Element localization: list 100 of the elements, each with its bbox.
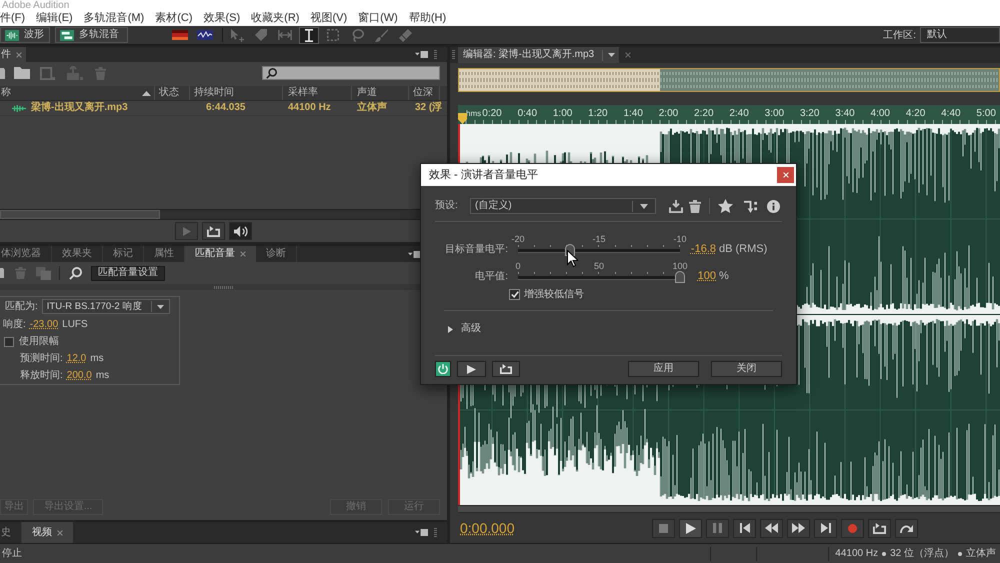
value-field[interactable]: 200.0 [66,370,92,382]
unit-label: ms [90,352,104,364]
checkbox[interactable] [509,289,520,300]
workspace-dropdown[interactable]: 默认 [920,27,1000,43]
column-header[interactable]: 状态 [155,86,190,100]
slider-thumb[interactable] [675,271,685,283]
value-field[interactable]: 12.0 [66,352,86,364]
panel-menu-icon[interactable] [415,51,428,58]
table-cell-text: 32 (浮 [414,101,440,115]
settings-button[interactable]: 匹配音量设置 [91,266,165,280]
match-dropdown[interactable]: ITU-R BS.1770-2 响度 [42,299,170,314]
transport-button[interactable] [868,518,891,538]
panel-tab[interactable]: 体浏览器 [0,246,52,262]
i-beam-icon [305,28,313,42]
column-header[interactable]: 位深 [409,86,440,100]
waveform-view-button[interactable]: 波形 [0,27,50,43]
close-icon[interactable] [625,52,632,58]
column-header[interactable]: 声道 [352,86,409,100]
close-icon[interactable] [240,251,246,257]
tool-button[interactable] [299,26,319,44]
status-info: 44100 Hz [835,548,878,560]
overview-waveform[interactable] [458,68,1000,92]
slider-label: 目标音量电平: [444,244,508,256]
value-field[interactable]: 100 [690,270,716,283]
menu-item[interactable]: 件(F) [0,12,26,25]
waveform-view-icon [5,30,19,40]
trash-icon[interactable] [689,200,701,212]
caret-icon [156,304,164,308]
close-icon[interactable] [57,530,63,536]
menu-item[interactable]: 效果(S) [204,12,240,25]
file-name[interactable]: 梁博-出现又离开.mp3 [31,102,128,114]
panel-tab[interactable]: 件 [0,47,26,62]
preset-dropdown[interactable]: (自定义) [470,198,656,214]
dialog-button[interactable]: 关闭 [711,361,782,377]
transport-button[interactable] [733,518,756,538]
grip-icon[interactable] [452,50,455,60]
menu-item[interactable]: 多轨混音(M) [84,12,144,25]
transport-button[interactable] [679,518,702,538]
menu-item[interactable]: 视图(V) [310,12,348,25]
panel-menu-icon[interactable] [415,529,428,536]
panel-tab[interactable]: 效果夹 [52,246,103,262]
search-field[interactable] [262,66,440,80]
checkbox[interactable] [4,336,14,346]
marquee-icon [327,29,339,41]
transport-button[interactable] [202,222,225,240]
checkbox-label: 增强较低信号 [524,288,584,300]
horizontal-scrollbar[interactable] [458,505,1000,513]
editor-tab[interactable]: 编辑器: 梁博-出现又离开.mp3 [458,47,620,63]
menu-item[interactable]: 编辑(E) [36,12,73,25]
grip-icon[interactable] [434,528,437,538]
field-label: 释放时间: [20,370,63,382]
panel-tab[interactable]: 匹配音量 [185,246,256,262]
column-header[interactable]: 持续时间 [190,86,283,100]
menu-item[interactable]: 收藏夹(R) [251,12,300,25]
transport-button[interactable] [895,518,918,538]
grip-icon[interactable] [434,50,437,60]
transport-button[interactable] [229,222,252,240]
power-button[interactable] [435,361,451,377]
advanced-toggle[interactable]: 高级 [448,323,481,335]
download-icon[interactable] [669,200,683,212]
tick-label: 0 [514,261,522,271]
power-icon [438,364,448,374]
column-header[interactable]: 采样率 [283,86,352,100]
caret-icon [608,53,616,57]
panel-tab[interactable]: 诊断 [256,246,297,262]
panel-tab[interactable]: 标记 [103,246,144,262]
scrollbar-thumb[interactable] [0,210,160,219]
column-header[interactable]: 称 [0,86,155,100]
info-icon[interactable] [767,200,780,212]
value-field[interactable]: -23.00 [30,318,58,330]
checkmark-icon [510,291,518,298]
routing-icon[interactable] [744,200,757,212]
folder-icon[interactable] [14,67,30,79]
spectrum-display-icon[interactable] [172,30,188,40]
star-icon[interactable] [718,199,733,213]
close-button[interactable] [777,167,794,183]
pitch-display-icon[interactable] [197,30,213,40]
brush-icon [374,28,388,42]
menu-item[interactable]: 帮助(H) [408,12,446,25]
transport-button[interactable] [760,518,783,538]
document-icon[interactable] [0,68,5,78]
transport-button[interactable] [787,518,810,538]
value-field[interactable]: -16.8 [690,243,716,256]
transport-button[interactable] [814,518,837,538]
dialog-button[interactable]: 应用 [628,361,699,377]
field-label: 预测时间: [20,352,63,364]
resize-grip-icon[interactable] [214,286,234,288]
search-icon[interactable] [69,266,82,280]
tick-label: 50 [592,261,605,271]
menu-item[interactable]: 窗口(W) [358,12,398,25]
playhead-marker-icon[interactable] [458,113,467,124]
multitrack-view-button[interactable]: 多轨混音 [55,27,128,43]
skip-to-end-icon [820,523,830,533]
preview-play-button[interactable] [457,361,486,377]
loop-icon [207,226,220,236]
panel-tab[interactable]: 视频 [22,522,73,543]
loop-icon [500,364,512,374]
loop-button[interactable] [492,361,520,377]
close-icon[interactable] [16,52,22,58]
menu-item[interactable]: 素材(C) [155,12,192,25]
